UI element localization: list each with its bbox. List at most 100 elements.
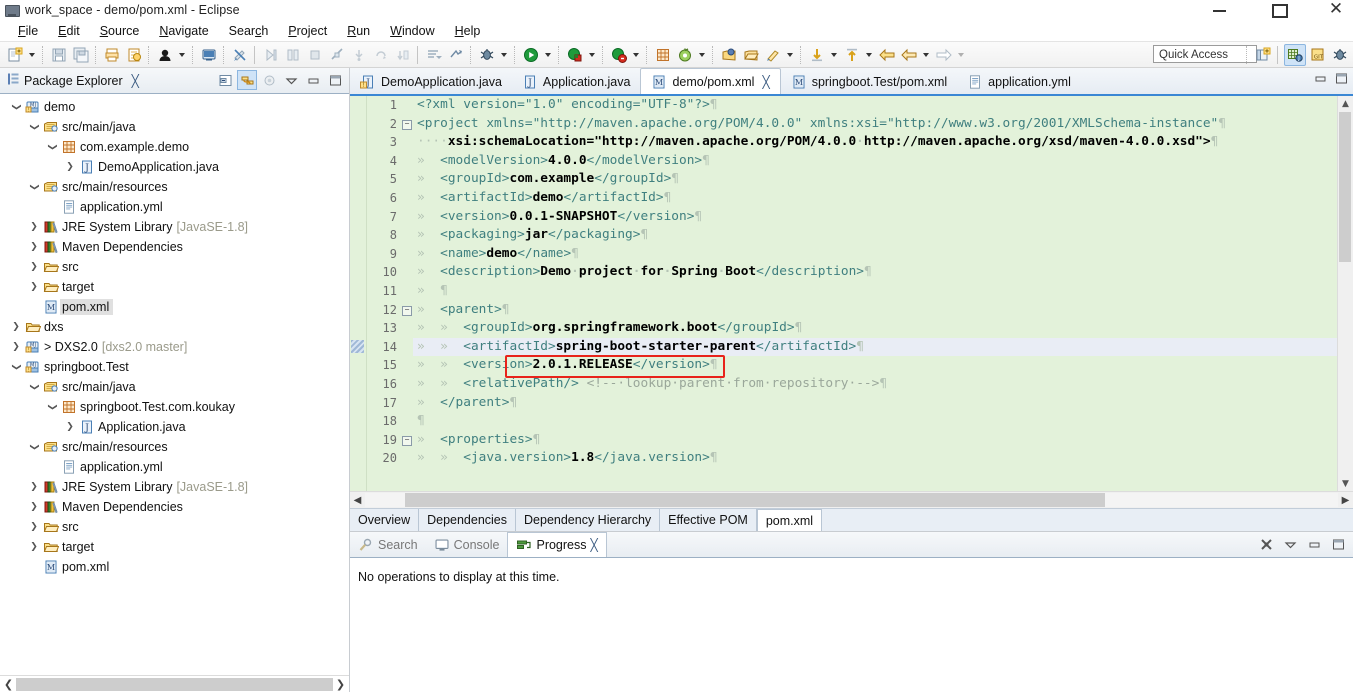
quick-access-input[interactable]: Quick Access	[1153, 45, 1257, 63]
tree-item[interactable]: ❯ src/main/resources	[0, 437, 349, 457]
print-icon[interactable]	[102, 45, 122, 65]
new-annotation-icon[interactable]	[653, 45, 673, 65]
chevron-right-icon[interactable]: ❯	[62, 422, 78, 432]
link-with-editor-icon[interactable]	[237, 70, 257, 90]
profile-dropdown-icon[interactable]	[630, 45, 641, 65]
save-icon[interactable]	[49, 45, 69, 65]
chevron-down-icon[interactable]: ❯	[29, 439, 39, 455]
disconnect-icon[interactable]	[327, 45, 347, 65]
forward-dropdown-icon[interactable]	[955, 45, 966, 65]
chevron-down-icon[interactable]: ❯	[47, 399, 57, 415]
maximize-icon[interactable]	[1267, 0, 1289, 20]
search-icon[interactable]	[719, 45, 739, 65]
chevron-right-icon[interactable]: ❯	[26, 542, 42, 552]
chevron-down-icon[interactable]: ❯	[29, 179, 39, 195]
folding-ruler[interactable]: − − −	[401, 96, 413, 491]
code-line[interactable]: ····xsi:schemaLocation="http://maven.apa…	[413, 133, 1337, 152]
tree-item[interactable]: ❯ JRE System Library [JavaSE-1.8]	[0, 477, 349, 497]
view-menu-icon[interactable]	[1280, 534, 1300, 554]
open-task-icon[interactable]	[675, 45, 695, 65]
tree-item[interactable]: Mpom.xml	[0, 557, 349, 577]
tree-item[interactable]: ❯ J DemoApplication.java	[0, 157, 349, 177]
code-line[interactable]: » » <artifactId>spring-boot-starter-pare…	[413, 337, 1337, 357]
tree-item[interactable]: ❯ JRE System Library [JavaSE-1.8]	[0, 217, 349, 237]
tree-item[interactable]: ❯ target	[0, 277, 349, 297]
chevron-right-icon[interactable]: ❯	[8, 342, 24, 352]
new-wizard-dropdown-icon[interactable]	[26, 45, 37, 65]
toggle-mark-occurrences-icon[interactable]	[230, 45, 250, 65]
tree-item[interactable]: ❯ Maven Dependencies	[0, 237, 349, 257]
step-into-icon[interactable]	[349, 45, 369, 65]
back-history-icon[interactable]	[899, 45, 919, 65]
close-icon[interactable]: ╳	[591, 538, 598, 552]
minimize-icon[interactable]	[1209, 0, 1231, 20]
tree-item[interactable]: application.yml	[0, 197, 349, 217]
maximize-icon[interactable]	[1334, 71, 1349, 89]
annotation-marker[interactable]	[351, 339, 364, 353]
menu-file[interactable]: File	[8, 22, 48, 40]
code-line[interactable]: » » <java.version>1.8</java.version>¶	[413, 449, 1337, 468]
code-line[interactable]: » <version>0.0.1-SNAPSHOT</version>¶	[413, 208, 1337, 227]
code-line[interactable]: » <groupId>com.example</groupId>¶	[413, 170, 1337, 189]
chevron-right-icon[interactable]: ❯	[62, 162, 78, 172]
tree-item[interactable]: Mpom.xml	[0, 297, 349, 317]
editor-vscrollbar[interactable]: ▲ ▼	[1337, 96, 1353, 491]
debug-dropdown-icon[interactable]	[498, 45, 509, 65]
source-editor[interactable]: 1 2 3 4 5 6 7 8 9 10 11 12 13 14 15 16 17 18 19 20 − − − <?xm…	[350, 96, 1353, 491]
previous-annotation-icon[interactable]	[842, 45, 862, 65]
code-text[interactable]: <?xml version="1.0" encoding="UTF-8"?>¶ <…	[413, 96, 1337, 491]
project-tree[interactable]: ❯ M J! demo ❯ src/main/java ❯ com.example.demo ❯…	[0, 94, 349, 675]
tree-item[interactable]: ❯ M J! > DXS2.0 [dxs2.0 master]	[0, 337, 349, 357]
code-line[interactable]: » <properties>¶	[413, 431, 1337, 450]
scroll-track[interactable]	[16, 677, 333, 691]
close-icon[interactable]: ╳	[762, 75, 769, 89]
close-icon[interactable]: ╳	[132, 74, 139, 88]
menu-run[interactable]: Run	[337, 22, 380, 40]
editor-tab[interactable]: J Application.java	[512, 70, 641, 94]
menu-help[interactable]: Help	[445, 22, 491, 40]
profile-icon[interactable]	[609, 45, 629, 65]
chevron-right-icon[interactable]: ❯	[8, 322, 24, 332]
menu-navigate[interactable]: Navigate	[149, 22, 218, 40]
next-annotation-icon[interactable]	[807, 45, 827, 65]
chevron-down-icon[interactable]: ❯	[11, 359, 21, 375]
focus-on-active-task-icon[interactable]	[259, 70, 279, 90]
editor-hscrollbar[interactable]: ◀ ▶	[350, 491, 1353, 508]
scroll-right-button[interactable]: ❯	[333, 677, 348, 692]
scroll-track[interactable]	[365, 493, 1338, 507]
chevron-right-icon[interactable]: ❯	[26, 502, 42, 512]
build-icon[interactable]	[124, 45, 144, 65]
scroll-left-button[interactable]: ❮	[1, 677, 16, 692]
chevron-right-icon[interactable]: ❯	[26, 242, 42, 252]
menu-source[interactable]: Source	[90, 22, 150, 40]
code-line[interactable]: » <artifactId>demo</artifactId>¶	[413, 189, 1337, 208]
minimize-icon[interactable]	[1313, 71, 1328, 89]
menu-window[interactable]: Window	[380, 22, 444, 40]
tree-item[interactable]: ❯ M J! demo	[0, 97, 349, 117]
close-icon[interactable]: ✕	[1325, 0, 1347, 20]
git-perspective-icon[interactable]: GIT	[1308, 45, 1328, 65]
pom-editor-tab[interactable]: Overview	[350, 509, 420, 531]
view-menu-icon[interactable]	[281, 70, 301, 90]
tree-item[interactable]: ❯ src/main/java	[0, 117, 349, 137]
run-dropdown-icon[interactable]	[542, 45, 553, 65]
code-line[interactable]: » ¶	[413, 282, 1337, 301]
menu-search[interactable]: Search	[219, 22, 279, 40]
step-return-icon[interactable]	[371, 45, 391, 65]
drop-to-frame-icon[interactable]	[393, 45, 413, 65]
code-line[interactable]: » <modelVersion>4.0.0</modelVersion>¶	[413, 152, 1337, 171]
pom-editor-tab[interactable]: Dependencies	[419, 509, 517, 531]
coverage-dropdown-icon[interactable]	[586, 45, 597, 65]
pom-editor-tab[interactable]: pom.xml	[756, 509, 823, 531]
new-wizard-icon[interactable]	[5, 45, 25, 65]
collapse-all-icon[interactable]	[215, 70, 235, 90]
tree-item[interactable]: ❯ src/main/java	[0, 377, 349, 397]
code-line[interactable]: » <name>demo</name>¶	[413, 245, 1337, 264]
terminate-icon[interactable]	[305, 45, 325, 65]
tree-item[interactable]: ❯ dxs	[0, 317, 349, 337]
bottom-view-tab[interactable]: Console	[426, 532, 508, 557]
next-annotation-dropdown-icon[interactable]	[828, 45, 839, 65]
remove-all-icon[interactable]	[1256, 534, 1276, 554]
bottom-view-tab[interactable]: Progress ╳	[507, 532, 607, 557]
fold-collapse-icon[interactable]: −	[401, 115, 413, 134]
